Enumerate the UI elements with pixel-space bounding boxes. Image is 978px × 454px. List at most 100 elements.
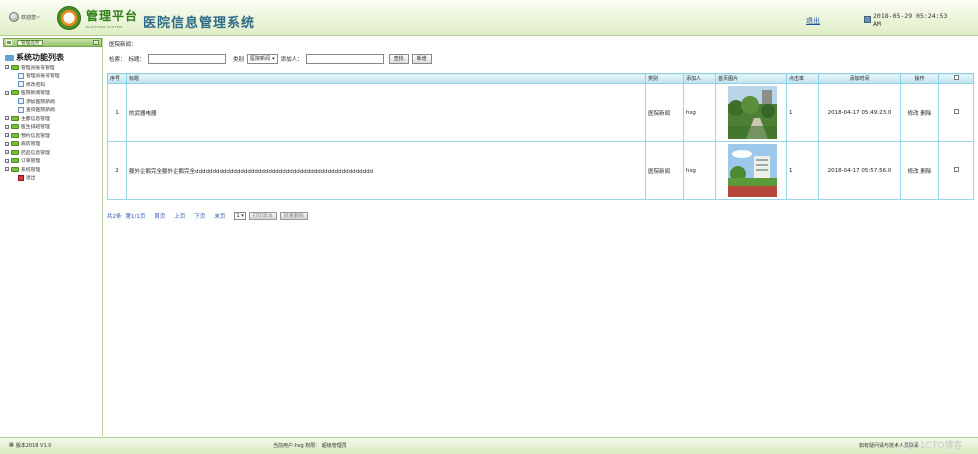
datetime: 2018-05-29 05:24:53 [873, 12, 948, 20]
added-time: 2018-04-17 05:49:23.0 [818, 83, 901, 142]
expand-toggle-icon[interactable]: − [5, 90, 9, 95]
photo-cell [715, 83, 787, 142]
last-page-link[interactable]: 末页 [214, 212, 225, 220]
expand-toggle-icon[interactable]: − [5, 150, 9, 155]
photo-cell [715, 141, 787, 200]
category-select[interactable]: 医院新闻 ▾ [247, 54, 278, 64]
dropdown-arrow-icon: ▾ [272, 56, 275, 62]
select-all-checkbox[interactable] [953, 75, 959, 80]
tree-group-item[interactable]: − 主都信息管理 [3, 114, 102, 123]
news-adder: hsg [683, 141, 716, 200]
current-user-info: 当前用户:hsg 权限： 超级管理员 [273, 443, 347, 449]
adder-search-input[interactable] [305, 54, 384, 64]
category-select-value: 医院新闻 [250, 56, 271, 62]
folder-icon [11, 149, 19, 155]
title-search-input[interactable] [148, 54, 227, 64]
tree-leaf-item[interactable]: 修改密码 [3, 80, 102, 89]
tree-group-item[interactable]: − 管理员账号管理 [3, 63, 102, 72]
tree-item-label: 管理员账号管理 [21, 65, 55, 71]
folder-icon [11, 141, 19, 147]
tree-group-item[interactable]: − 病房管理 [3, 140, 102, 149]
tree-root[interactable]: 系统功能列表 [3, 52, 102, 63]
search-bar: 检索： 标题： 类别 医院新闻 ▾ 添加人： 查找 新增 [109, 52, 432, 66]
tree-leaf-item[interactable]: 管理员账号管理 [3, 72, 102, 81]
page-select-value: 1 [236, 213, 240, 219]
tree-leaf-item[interactable]: 查询医院新闻 [3, 106, 102, 115]
main-content: 医院新闻： 检索： 标题： 类别 医院新闻 ▾ 添加人： 查找 新增 序号 标题… [107, 38, 974, 436]
expand-toggle-icon[interactable]: − [5, 124, 9, 129]
tree-group-item[interactable]: − 订单管理 [3, 157, 102, 166]
expand-toggle-icon[interactable]: − [5, 116, 9, 121]
title-label: 标题： [128, 57, 146, 63]
user-icon [9, 12, 19, 22]
expand-toggle-icon[interactable]: − [5, 133, 9, 138]
actions-cell: 修改 删除 [900, 83, 939, 142]
next-page-link[interactable]: 下页 [194, 212, 205, 220]
table-row: 2 额外企鹅完全额外企鹅完全dddddddddddddddddddddddddd… [107, 141, 974, 200]
tree-item-label: 添加医院新闻 [26, 99, 55, 105]
col-header: 添加时间 [818, 73, 901, 84]
batch-delete-button[interactable]: 批量删除 [279, 212, 308, 220]
tree-group-item[interactable]: − 医生排班管理 [3, 123, 102, 132]
page-select[interactable]: 1 ▾ [234, 212, 246, 220]
manage-options-button[interactable]: 管理选项 [17, 40, 43, 46]
tree-group-item[interactable]: − 药品信息管理 [3, 148, 102, 157]
logo-subtitle: PLATFORM SYSTEM [86, 25, 123, 29]
print-page-button[interactable]: 打印本页 [248, 212, 277, 220]
expand-toggle-icon[interactable]: − [5, 141, 9, 146]
news-category: 医院新闻 [645, 83, 684, 142]
tree-item-label: 病房管理 [21, 142, 41, 148]
expand-toggle-icon[interactable]: − [5, 167, 9, 172]
delete-link[interactable]: 删除 [920, 111, 931, 117]
delete-link[interactable]: 删除 [920, 169, 931, 175]
collapse-sidebar-button[interactable]: « [93, 40, 99, 45]
status-bar: ▦ 版本2018 V1.0 当前用户:hsg 权限： 超级管理员 如有疑问请与技… [0, 437, 978, 454]
table-header-row: 序号 标题 类别 添加人 首页图片 点击率 添加时间 操作 [107, 73, 974, 84]
folder-icon [11, 124, 19, 130]
tree-item-label: 系统管理 [21, 167, 41, 173]
first-page-link[interactable]: 首页 [154, 212, 165, 220]
col-header: 点击率 [786, 73, 819, 84]
tree-group-item[interactable]: − 预约信息管理 [3, 131, 102, 140]
welcome-text: 欢迎您~ [21, 14, 41, 21]
tree-group-item[interactable]: − 医院新闻管理 [3, 89, 102, 98]
breadcrumb: 医院新闻： [109, 42, 137, 48]
logout-link[interactable]: 退出 [806, 16, 820, 26]
tree-item-label: 医院新闻管理 [21, 91, 50, 97]
added-time: 2018-04-17 05:57:56.0 [818, 141, 901, 200]
click-count: 1 [786, 141, 819, 200]
tree-group-item[interactable]: − 系统管理 [3, 165, 102, 174]
row-checkbox[interactable] [953, 167, 959, 172]
search-button[interactable]: 查找 [388, 54, 409, 64]
park-photo-thumbnail [727, 86, 777, 139]
expand-toggle-icon[interactable]: − [5, 65, 9, 70]
col-header: 序号 [107, 73, 127, 84]
ampm: AM [873, 20, 881, 28]
version-text: 版本2018 V1.0 [15, 443, 52, 449]
grid-small-icon: ▦ [9, 442, 14, 448]
tree-item-label: 管理员账号管理 [26, 74, 60, 80]
tree-root-label: 系统功能列表 [16, 52, 64, 62]
campus-photo-thumbnail [727, 144, 777, 197]
tree-leaf-item[interactable]: 退出 [3, 174, 102, 183]
function-tree: − 管理员账号管理 管理员账号管理 修改密码 − 医院新闻管理 添加医院新闻 查询医院新闻 − 主… [3, 63, 102, 182]
news-table: 序号 标题 类别 添加人 首页图片 点击率 添加时间 操作 1 的武器电器 医院… [107, 73, 974, 200]
version-info: ▦ 版本2018 V1.0 [9, 442, 51, 449]
page-edit-icon [18, 81, 24, 88]
category-label: 类别 [233, 57, 245, 63]
grid-icon [6, 40, 12, 45]
tree-leaf-item[interactable]: 添加医院新闻 [3, 97, 102, 106]
tree-item-label: 查询医院新闻 [26, 108, 55, 114]
col-header: 首页图片 [715, 73, 787, 84]
checkbox-cell [938, 141, 974, 200]
edit-link[interactable]: 修改 [908, 169, 919, 175]
col-header: 标题 [126, 73, 646, 84]
click-count: 1 [786, 83, 819, 142]
expand-toggle-icon[interactable]: − [5, 158, 9, 163]
tree-item-label: 医生排班管理 [21, 125, 50, 131]
top-header: 欢迎您~ 管理平台 PLATFORM SYSTEM 医院信息管理系统 退出 20… [0, 0, 978, 36]
add-button[interactable]: 新增 [411, 54, 432, 64]
row-checkbox[interactable] [953, 109, 959, 114]
prev-page-link[interactable]: 上页 [174, 212, 185, 220]
edit-link[interactable]: 修改 [908, 111, 919, 117]
